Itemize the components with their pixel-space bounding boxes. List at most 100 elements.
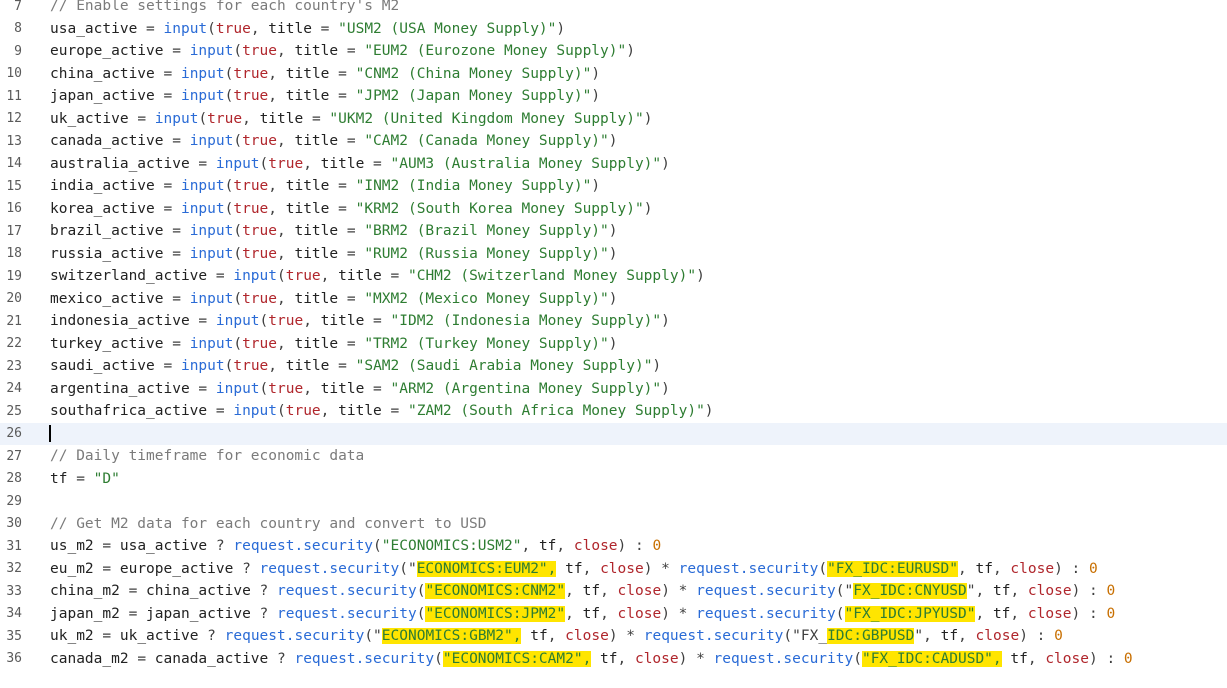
code-line[interactable]: 13 canada_active = input(true, title = "C…: [0, 130, 1227, 153]
code-line[interactable]: 20 mexico_active = input(true, title = "M…: [0, 288, 1227, 311]
code-line[interactable]: 10 china_active = input(true, title = "CN…: [0, 63, 1227, 86]
code-text: eu_m2 = europe_active ? request.security…: [50, 560, 1098, 577]
code-line[interactable]: 30 // Get M2 data for each country and co…: [0, 513, 1227, 536]
code-line[interactable]: 28 tf = "D": [0, 468, 1227, 491]
code-text: australia_active = input(true, title = "…: [50, 156, 670, 172]
keyword-token: close: [573, 538, 618, 555]
function-token: input: [163, 20, 208, 37]
code-line[interactable]: 11 japan_active = input(true, title = "JP…: [0, 85, 1227, 108]
operator-token: ,: [1027, 650, 1046, 667]
code-line[interactable]: 17 brazil_active = input(true, title = "B…: [0, 220, 1227, 243]
code-line[interactable]: 31 us_m2 = usa_active ? request.security(…: [0, 535, 1227, 558]
code-line[interactable]: 14 australia_active = input(true, title =…: [0, 153, 1227, 176]
operator-token: =: [137, 650, 155, 667]
code-line[interactable]: 22 turkey_active = input(true, title = "T…: [0, 333, 1227, 356]
code-text: southafrica_active = input(true, title =…: [50, 403, 714, 419]
code-editor[interactable]: 7 // Enable settings for each country's M…: [0, 0, 1227, 688]
keyword-token: close: [1027, 583, 1072, 600]
code-line[interactable]: 15 india_active = input(true, title = "IN…: [0, 175, 1227, 198]
code-text: europe_active = input(true, title = "EUM…: [50, 43, 635, 59]
operator-token: ,: [277, 245, 295, 262]
keyword-token: true: [242, 133, 277, 150]
code-line[interactable]: 33 china_m2 = china_active ? request.secu…: [0, 580, 1227, 603]
code-line[interactable]: 21 indonesia_active = input(true, title =…: [0, 310, 1227, 333]
operator-token: ): [608, 245, 618, 262]
operator-token: ,: [975, 605, 993, 622]
operator-token: ,: [303, 380, 321, 397]
operator-token: =: [163, 88, 181, 105]
code-line[interactable]: 29: [0, 490, 1227, 513]
code-line[interactable]: 9 europe_active = input(true, title = "EU…: [0, 40, 1227, 63]
operator-token: =: [76, 470, 94, 487]
operator-token: (: [233, 245, 243, 262]
code-line[interactable]: 8 usa_active = input(true, title = "USM2 …: [0, 18, 1227, 41]
function-token: input: [180, 88, 225, 105]
keyword-token: close: [600, 560, 644, 577]
operator-token: ) *: [661, 605, 697, 622]
operator-token: ,: [521, 538, 539, 555]
line-number: 29: [6, 493, 22, 509]
keyword-token: true: [233, 358, 269, 375]
operator-token: (: [434, 650, 443, 667]
string-token: "ZAM2 (South Africa Money Supply)": [407, 403, 705, 420]
line-number: 28: [6, 471, 22, 487]
comment-token: // Daily timeframe for economic data: [50, 448, 365, 465]
code-line[interactable]: 32 eu_m2 = europe_active ? request.securi…: [0, 558, 1227, 581]
operator-token: =: [215, 403, 234, 420]
line-number: 21: [6, 313, 22, 329]
operator-token: ): [661, 155, 670, 172]
code-line[interactable]: 24 argentina_active = input(true, title =…: [0, 378, 1227, 401]
operator-token: ,: [268, 200, 286, 217]
operator-token: [591, 651, 600, 667]
operator-token: =: [102, 560, 120, 577]
operator-token: ) :: [1088, 650, 1124, 667]
identifier-token: tf: [565, 560, 583, 577]
number-token: 0: [1089, 560, 1098, 577]
keyword-token: true: [242, 290, 277, 307]
identifier-token: canada_active: [154, 650, 277, 667]
code-line[interactable]: 35 uk_m2 = uk_active ? request.security("…: [0, 625, 1227, 648]
highlighted-token: "ECONOMICS:CAM2",: [442, 650, 592, 667]
operator-token: ?: [215, 538, 234, 555]
operator-token: (: [207, 20, 216, 37]
identifier-token: tf: [582, 605, 601, 622]
identifier-token: usa_active: [119, 538, 216, 555]
code-line[interactable]: 25 southafrica_active = input(true, title…: [0, 400, 1227, 423]
string-token: "ARM2 (Argentina Money Supply)": [390, 380, 662, 397]
operator-token: ,: [565, 605, 583, 622]
identifier-token: title: [338, 268, 391, 285]
keyword-token: true: [233, 65, 269, 82]
identifier-token: usa_active: [50, 20, 147, 37]
code-line[interactable]: 36 canada_m2 = canada_active ? request.se…: [0, 648, 1227, 671]
operator-token: (: [259, 380, 269, 397]
operator-token: =: [172, 290, 190, 307]
code-line[interactable]: 18 russia_active = input(true, title = "R…: [0, 243, 1227, 266]
identifier-token: europe_active: [119, 560, 243, 577]
function-token: request.security: [294, 650, 435, 667]
highlighted-token: FX_IDC:CNYUSD: [853, 583, 967, 600]
code-line[interactable]: 26: [0, 422, 1227, 445]
code-text: korea_active = input(true, title = "KRM2…: [50, 201, 652, 217]
number-token: 0: [1054, 628, 1063, 645]
function-token: input: [180, 358, 225, 375]
code-text: // Enable settings for each country's M2: [50, 0, 399, 14]
number-token: 0: [1123, 650, 1133, 667]
code-line[interactable]: 16 korea_active = input(true, title = "KR…: [0, 198, 1227, 221]
operator-token: ,: [600, 605, 618, 622]
operator-token: =: [390, 403, 408, 420]
code-line[interactable]: 19 switzerland_active = input(true, title…: [0, 265, 1227, 288]
code-line[interactable]: 27 // Daily timeframe for economic data: [0, 445, 1227, 468]
keyword-token: true: [268, 155, 304, 172]
operator-token: =: [346, 43, 365, 60]
identifier-token: turkey_active: [50, 335, 173, 352]
code-line[interactable]: 23 saudi_active = input(true, title = "SA…: [0, 355, 1227, 378]
identifier-token: japan_active: [146, 605, 260, 622]
code-line[interactable]: 12 uk_active = input(true, title = "UKM2 …: [0, 108, 1227, 131]
operator-token: ): [591, 178, 601, 195]
identifier-token: tf: [50, 470, 77, 487]
operator-token: ?: [259, 605, 278, 622]
code-line[interactable]: 34 japan_m2 = japan_active ? request.secu…: [0, 603, 1227, 626]
operator-token: ,: [1010, 605, 1028, 622]
code-line[interactable]: 7 // Enable settings for each country's M…: [0, 0, 1227, 18]
operator-token: ): [643, 110, 653, 127]
